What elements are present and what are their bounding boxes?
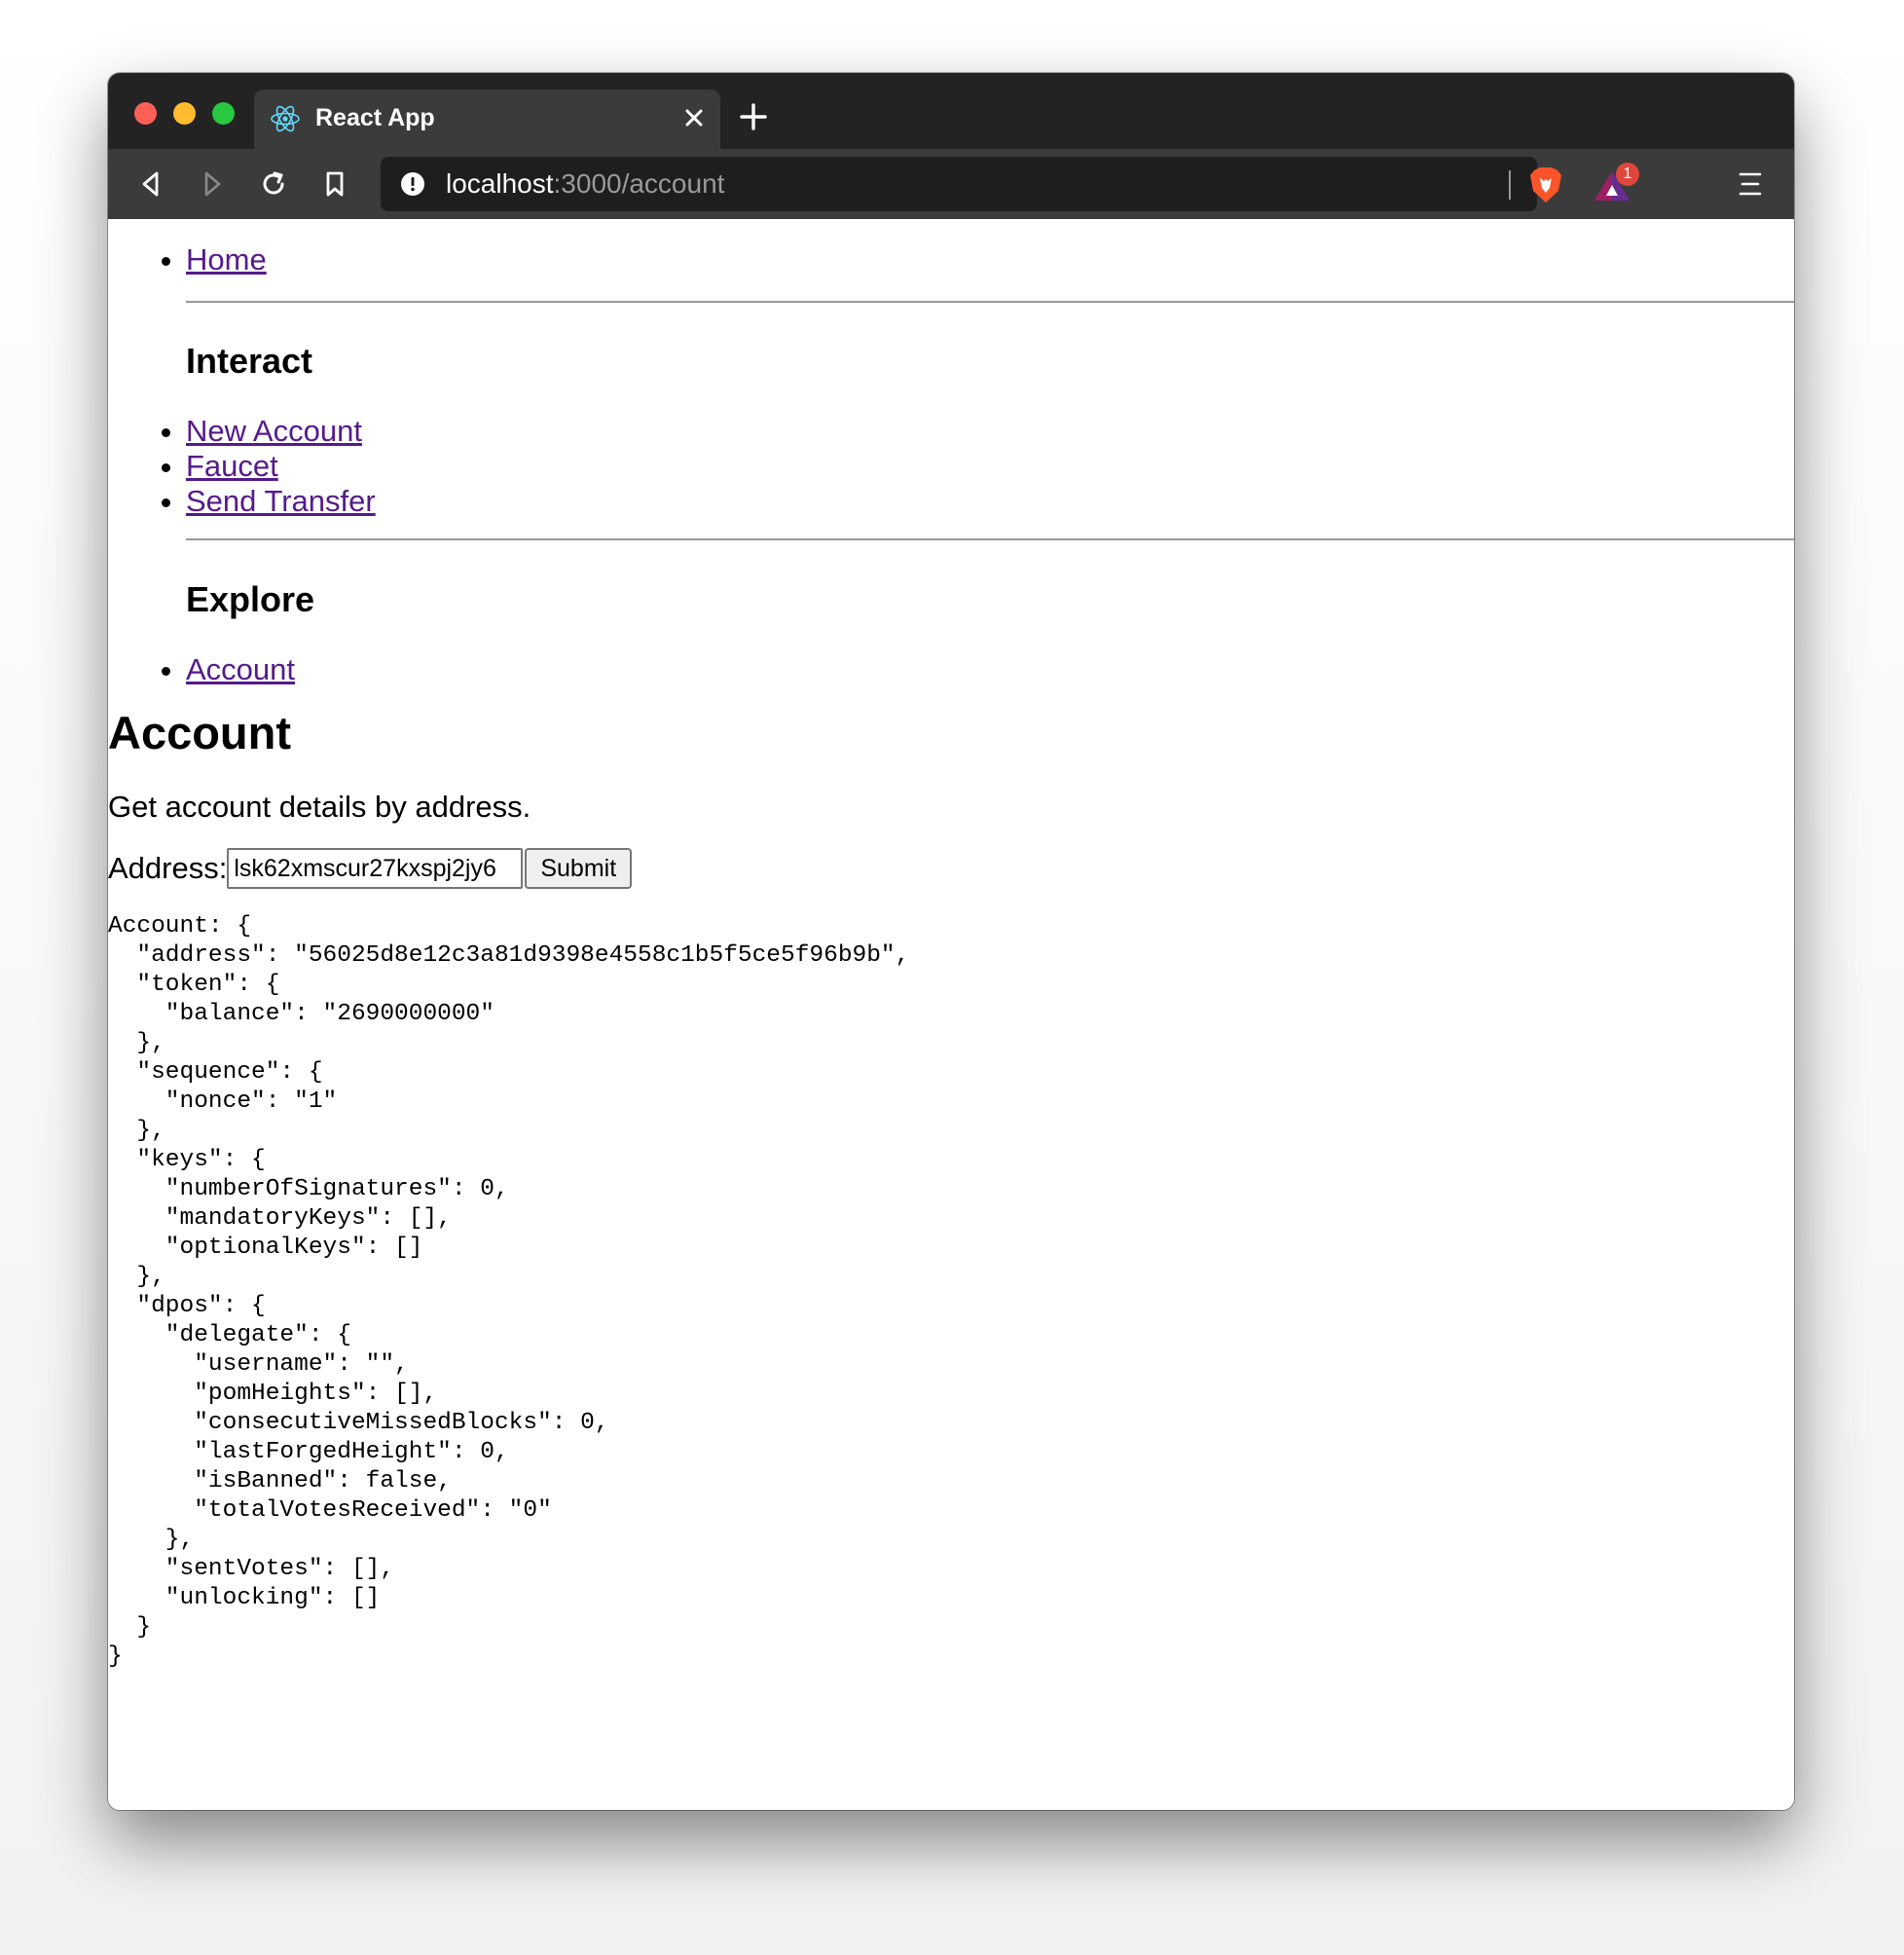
tab-bar: React App [108, 73, 1794, 149]
tab-title: React App [315, 104, 435, 131]
list-item: Send Transfer [186, 484, 1794, 519]
interact-heading: Interact [186, 341, 313, 381]
home-link[interactable]: Home [186, 242, 267, 277]
url-host: localhost [446, 168, 554, 199]
site-info-icon[interactable] [400, 171, 425, 197]
url-path: :3000/account [553, 168, 725, 199]
page-description: Get account details by address. [108, 790, 531, 824]
page-title: Account [108, 707, 291, 758]
reload-icon[interactable] [258, 168, 289, 200]
interact-nav-list: New Account Faucet Send Transfer [186, 414, 1794, 519]
browser-window: React App localhost:3000/account 1 • Hom… [108, 73, 1794, 1810]
zoom-window-button[interactable] [212, 102, 235, 125]
address-bar[interactable]: localhost:3000/account 1 [381, 157, 1639, 211]
faucet-link[interactable]: Faucet [186, 449, 278, 483]
list-item: Faucet [186, 449, 1794, 484]
menu-icon[interactable] [1738, 169, 1763, 199]
address-input[interactable] [227, 848, 524, 889]
send-transfer-link[interactable]: Send Transfer [186, 484, 376, 518]
divider [186, 538, 1794, 540]
list-item: Account [186, 652, 1794, 687]
url-text: localhost:3000/account [446, 168, 724, 200]
divider [186, 301, 1794, 303]
back-icon[interactable] [135, 168, 166, 200]
submit-button[interactable]: Submit [525, 848, 633, 889]
new-account-link[interactable]: New Account [186, 414, 362, 448]
list-item: New Account [186, 414, 1794, 449]
bookmark-icon[interactable] [319, 168, 350, 200]
minimize-window-button[interactable] [173, 102, 196, 125]
page-content: Home Interact New Account Faucet Send Tr… [108, 219, 1794, 1810]
brave-shields-icon[interactable] [1529, 166, 1562, 203]
account-json-output: Account: { "address": "56025d8e12c3a81d9… [108, 913, 910, 1670]
tab-react-app[interactable]: React App [254, 90, 720, 149]
new-tab-icon[interactable] [739, 102, 768, 131]
home-nav-list: Home [186, 242, 1794, 277]
close-window-button[interactable] [134, 102, 157, 125]
rewards-badge: 1 [1616, 163, 1639, 186]
close-tab-icon[interactable] [681, 105, 707, 130]
browser-toolbar: localhost:3000/account 1 [108, 149, 1794, 219]
account-link[interactable]: Account [186, 652, 295, 686]
address-form: Address: Submit [108, 848, 633, 889]
explore-heading: Explore [186, 579, 315, 619]
forward-icon[interactable] [197, 168, 228, 200]
explore-nav-list: Account [186, 652, 1794, 687]
address-label: Address: [108, 851, 228, 885]
list-item: Home [186, 242, 1794, 277]
react-logo-icon [271, 105, 300, 132]
url-divider [1509, 170, 1511, 200]
